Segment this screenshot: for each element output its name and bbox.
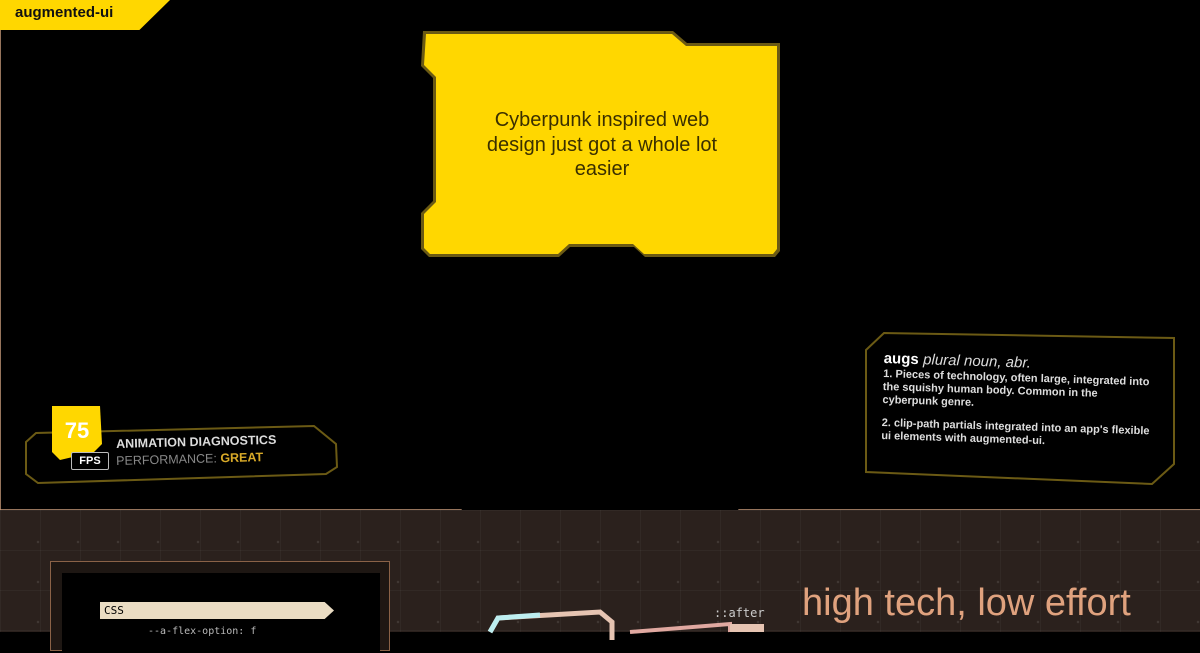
hero-section: augmented-ui Cyberpunk inspired web desi… bbox=[0, 0, 1200, 530]
fps-label: FPS bbox=[71, 452, 109, 470]
logo[interactable]: augmented-ui bbox=[0, 0, 170, 30]
definition-sense-2: 2. clip-path partials integrated into an… bbox=[881, 416, 1150, 448]
performance-value: GREAT bbox=[220, 450, 264, 466]
definition-body: augs plural noun, abr. 1. Pieces of tech… bbox=[881, 350, 1154, 461]
animation-diagnostics-panel: 75 FPS ANIMATION DIAGNOSTICS PERFORMANCE… bbox=[24, 404, 340, 488]
code-sample-panel: CSS bbox=[50, 561, 390, 653]
hero-card-text: Cyberpunk inspired web design just got a… bbox=[486, 109, 718, 180]
code-sample-inner: CSS bbox=[62, 573, 380, 653]
hero-card: Cyberpunk inspired web design just got a… bbox=[417, 28, 783, 261]
fps-value: 75 bbox=[64, 418, 90, 443]
tagline: high tech, low effort bbox=[802, 582, 1131, 624]
augs-definition-panel: augs plural noun, abr. 1. Pieces of tech… bbox=[864, 332, 1178, 487]
definition-part-of-speech: plural noun, abr. bbox=[922, 351, 1032, 372]
css-tab[interactable]: CSS bbox=[100, 602, 334, 619]
definition-sense-1: 1. Pieces of technology, often large, in… bbox=[882, 367, 1150, 409]
after-label: ::after bbox=[714, 606, 765, 620]
performance-label: PERFORMANCE: bbox=[116, 451, 218, 468]
definition-word: augs bbox=[883, 350, 919, 369]
